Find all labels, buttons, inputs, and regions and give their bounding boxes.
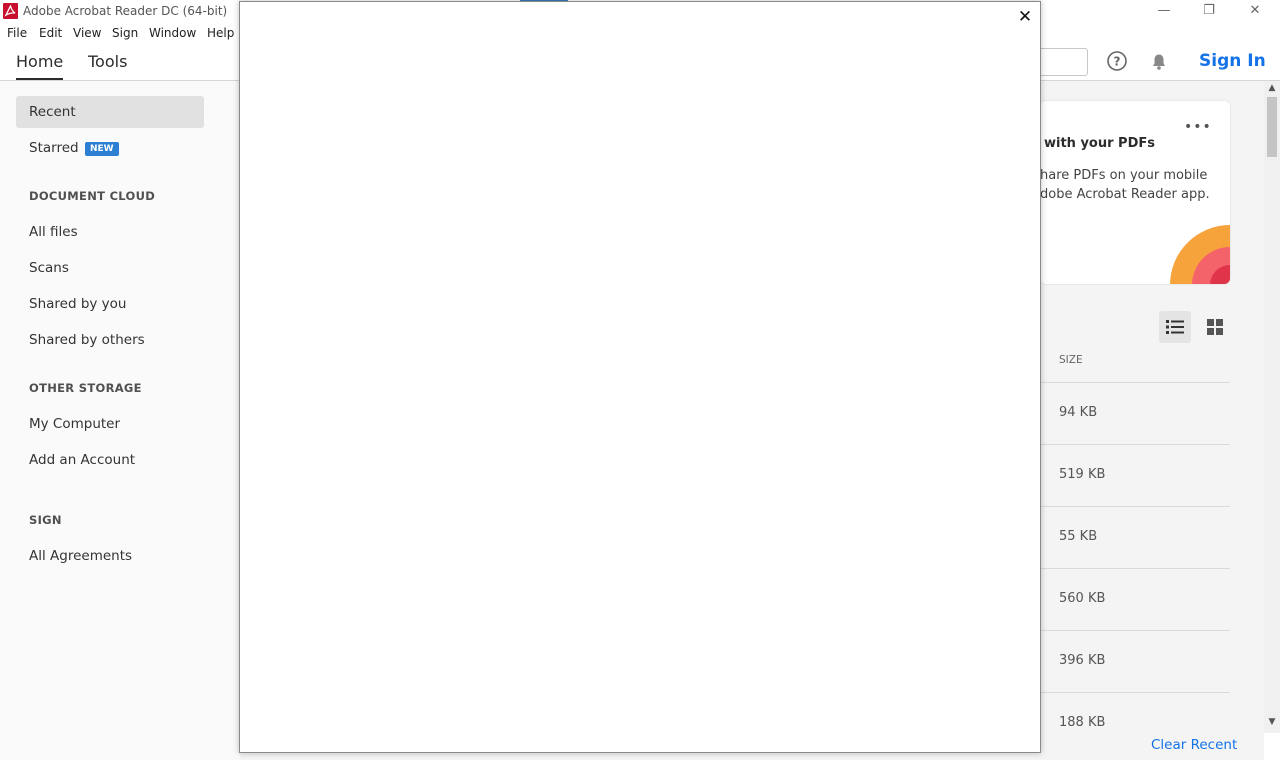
- menu-view[interactable]: View: [73, 26, 101, 40]
- section-document-cloud: DOCUMENT CLOUD: [29, 189, 156, 203]
- promo-title: with your PDFs: [1044, 136, 1155, 151]
- notification-bell-icon[interactable]: [1148, 50, 1170, 72]
- more-options-icon[interactable]: •••: [1184, 119, 1212, 135]
- modal-dialog: ✕: [239, 1, 1041, 753]
- file-size: 188 KB: [1059, 715, 1106, 730]
- scroll-down-arrow-icon[interactable]: ▼: [1264, 717, 1280, 731]
- clear-recent-link[interactable]: Clear Recent: [1151, 737, 1237, 753]
- tab-tools[interactable]: Tools: [88, 52, 127, 71]
- table-row[interactable]: 55 KB: [1040, 506, 1230, 568]
- file-size: 519 KB: [1059, 467, 1106, 482]
- sidebar-item-all-files[interactable]: All files: [29, 224, 78, 240]
- sidebar-item-add-account[interactable]: Add an Account: [29, 452, 135, 468]
- file-size: 94 KB: [1059, 405, 1098, 420]
- table-row[interactable]: 396 KB: [1040, 630, 1230, 692]
- sidebar-item-starred[interactable]: Starred: [29, 140, 79, 156]
- scroll-thumb[interactable]: [1267, 97, 1277, 157]
- grid-view-button[interactable]: [1200, 311, 1232, 343]
- promo-text-line1: hare PDFs on your mobile: [1040, 168, 1208, 183]
- tab-home[interactable]: Home: [16, 52, 64, 80]
- window-title: Adobe Acrobat Reader DC (64-bit): [23, 4, 228, 18]
- menu-window[interactable]: Window: [149, 26, 196, 40]
- sidebar-item-scans[interactable]: Scans: [29, 260, 69, 276]
- sidebar-item-shared-by-others[interactable]: Shared by others: [29, 332, 145, 348]
- sidebar-item-recent[interactable]: Recent: [29, 104, 76, 120]
- promo-text-line2: dobe Acrobat Reader app.: [1040, 187, 1210, 202]
- sidebar-item-all-agreements[interactable]: All Agreements: [29, 548, 132, 564]
- promo-card: with your PDFs hare PDFs on your mobile …: [1040, 101, 1230, 284]
- file-size: 55 KB: [1059, 529, 1098, 544]
- table-row[interactable]: 560 KB: [1040, 568, 1230, 630]
- table-row[interactable]: 519 KB: [1040, 444, 1230, 506]
- sidebar: Recent Starred NEW DOCUMENT CLOUD All fi…: [0, 81, 240, 760]
- help-icon[interactable]: ?: [1106, 50, 1128, 72]
- sidebar-item-my-computer[interactable]: My Computer: [29, 416, 120, 432]
- menu-help[interactable]: Help: [207, 26, 234, 40]
- list-view-icon: [1166, 320, 1184, 334]
- promo-illustration: [1170, 225, 1230, 284]
- window-close-button[interactable]: ✕: [1232, 0, 1278, 22]
- menu-edit[interactable]: Edit: [39, 26, 62, 40]
- column-header-size[interactable]: SIZE: [1059, 354, 1083, 366]
- sidebar-item-shared-by-you[interactable]: Shared by you: [29, 296, 126, 312]
- file-size: 396 KB: [1059, 653, 1106, 668]
- new-badge: NEW: [85, 142, 119, 156]
- restore-button[interactable]: ❐: [1186, 0, 1232, 22]
- file-size: 560 KB: [1059, 591, 1106, 606]
- table-row[interactable]: 188 KB: [1040, 692, 1230, 733]
- menu-file[interactable]: File: [7, 26, 27, 40]
- svg-text:?: ?: [1114, 55, 1121, 69]
- section-other-storage: OTHER STORAGE: [29, 381, 142, 395]
- minimize-button[interactable]: —: [1141, 0, 1187, 22]
- grid-view-icon: [1207, 319, 1223, 335]
- list-view-button[interactable]: [1159, 311, 1191, 343]
- modal-close-button[interactable]: ✕: [1016, 8, 1034, 26]
- scroll-up-arrow-icon[interactable]: ▲: [1264, 83, 1280, 97]
- vertical-scrollbar[interactable]: ▲ ▼: [1264, 81, 1280, 733]
- acrobat-logo-icon: [3, 3, 18, 19]
- section-sign: SIGN: [29, 513, 62, 527]
- table-row[interactable]: 94 KB: [1040, 382, 1230, 444]
- menu-sign[interactable]: Sign: [112, 26, 138, 40]
- sign-in-link[interactable]: Sign In: [1199, 51, 1266, 71]
